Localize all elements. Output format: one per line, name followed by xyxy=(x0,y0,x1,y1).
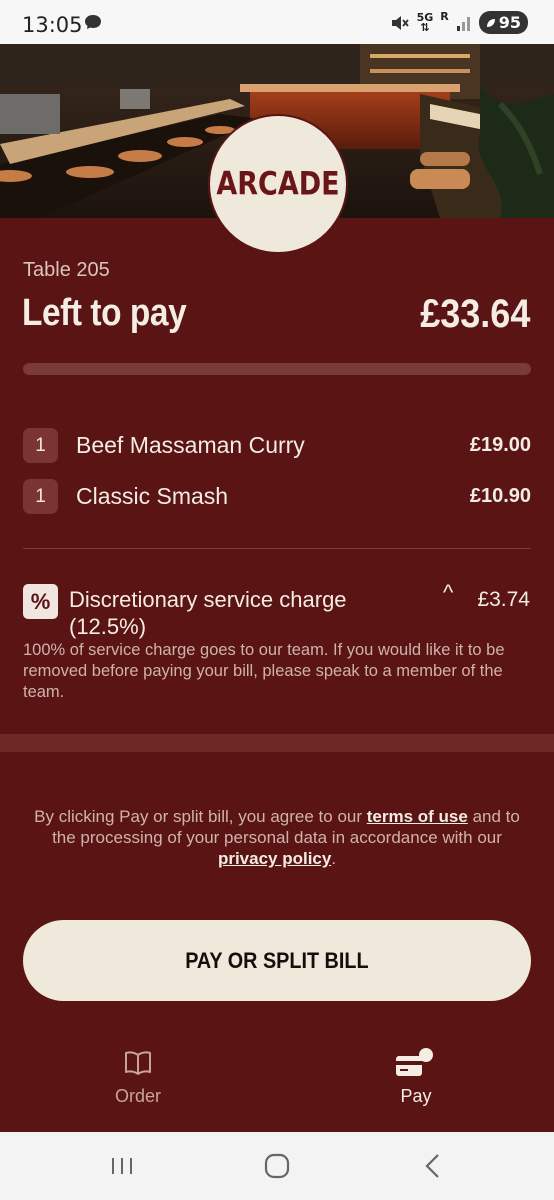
terms-text: . xyxy=(331,849,337,868)
book-icon xyxy=(125,1051,151,1075)
bill-panel: Table 205 Left to pay £33.64 1 Beef Mass… xyxy=(0,218,554,1132)
card-icon xyxy=(396,1048,433,1076)
privacy-policy-link[interactable]: privacy policy xyxy=(218,849,331,868)
tab-pay-label: Pay xyxy=(400,1086,432,1106)
section-separator xyxy=(0,734,554,752)
home-icon[interactable] xyxy=(257,1150,297,1182)
payment-progress-bar xyxy=(23,363,531,375)
divider xyxy=(23,548,531,549)
status-indicators: 5G ⇅ R 95 xyxy=(390,10,528,34)
bill-item: 1 Beef Massaman Curry £19.00 xyxy=(23,428,531,464)
network-label: 5G ⇅ xyxy=(416,10,434,34)
status-time: 13:05 xyxy=(22,13,83,37)
back-icon[interactable] xyxy=(412,1150,452,1182)
item-quantity: 1 xyxy=(23,428,58,463)
pay-or-split-bill-button[interactable]: PAY OR SPLIT BILL xyxy=(23,920,531,1001)
roaming-label: R xyxy=(440,10,449,23)
signal-icon xyxy=(456,16,470,31)
battery-leaf-icon xyxy=(486,18,495,27)
terms-text: By clicking Pay or split bill, you agree… xyxy=(34,807,367,826)
service-charge-label: Discretionary service charge (12.5%) xyxy=(69,587,347,639)
chevron-up-icon[interactable]: ^ xyxy=(443,580,453,606)
item-name: Beef Massaman Curry xyxy=(76,432,305,458)
service-charge-price: £3.74 xyxy=(477,588,530,611)
terms-of-use-link[interactable]: terms of use xyxy=(367,807,468,826)
left-to-pay-label: Left to pay xyxy=(22,292,187,334)
mute-icon xyxy=(391,15,409,30)
restaurant-logo: ARCADE xyxy=(208,114,348,254)
table-label: Table 205 xyxy=(23,259,110,281)
item-price: £19.00 xyxy=(469,434,531,456)
bill-item: 1 Classic Smash £10.90 xyxy=(23,479,531,515)
service-charge-note: 100% of service charge goes to our team.… xyxy=(23,641,505,701)
logo-text: ARCADE xyxy=(216,165,340,203)
item-name: Classic Smash xyxy=(76,483,229,509)
battery-level: 95 xyxy=(498,13,521,32)
battery-icon: 95 xyxy=(478,11,528,34)
chat-icon xyxy=(85,15,101,29)
percent-icon: % xyxy=(23,584,58,619)
tab-pay[interactable]: Pay xyxy=(346,1048,486,1107)
status-bar: 13:05 5G ⇅ R 95 xyxy=(0,0,554,44)
recents-icon[interactable] xyxy=(102,1150,142,1182)
item-price: £10.90 xyxy=(469,485,531,507)
pay-button-label: PAY OR SPLIT BILL xyxy=(185,947,369,973)
tab-order-label: Order xyxy=(114,1086,161,1106)
terms-notice: By clicking Pay or split bill, you agree… xyxy=(30,806,524,869)
tab-order[interactable]: Order xyxy=(68,1048,208,1107)
system-navigation-bar xyxy=(0,1132,554,1200)
item-quantity: 1 xyxy=(23,479,58,514)
network-type: 5G xyxy=(416,10,434,24)
left-to-pay-amount: £33.64 xyxy=(419,292,530,336)
